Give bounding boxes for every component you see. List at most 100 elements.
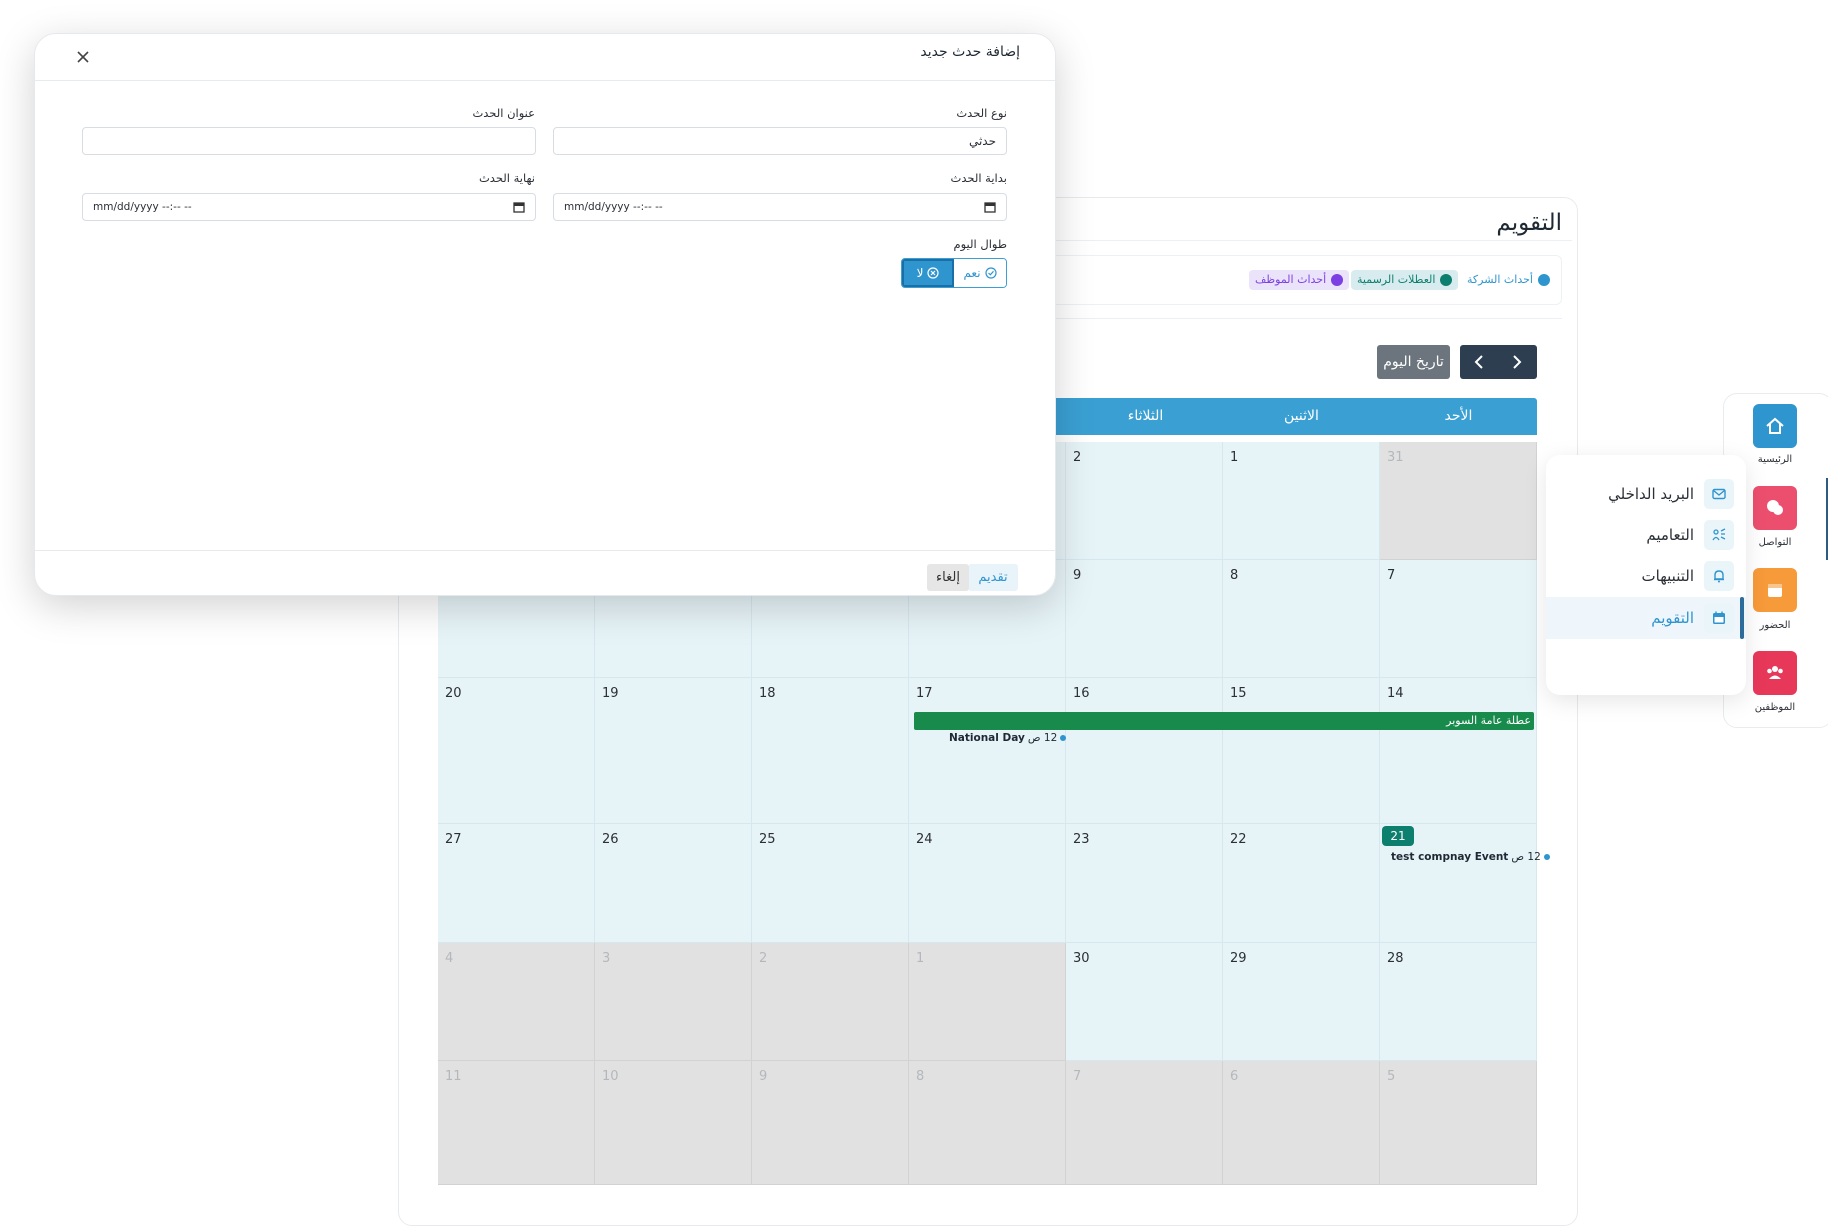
legend-label: أحداث الشركة <box>1467 273 1533 286</box>
flyout-item-announcements[interactable]: التعاميم <box>1546 516 1746 554</box>
day-number: 23 <box>1073 832 1090 847</box>
sidebar-item-label: التواصل <box>1758 537 1792 548</box>
modal-header-divider <box>34 80 1056 81</box>
day-number: 28 <box>1387 951 1404 966</box>
calendar-day-cell[interactable]: 26 <box>595 824 752 943</box>
event-start-datetime-input[interactable]: mm/dd/yyyy --:-- -- <box>553 193 1007 221</box>
flyout-item-label: التعاميم <box>1646 526 1694 544</box>
calendar-day-cell[interactable]: 1 <box>1223 442 1380 560</box>
sidebar-attendance-button[interactable] <box>1753 568 1797 612</box>
close-icon <box>77 51 89 63</box>
sidebar-item-label: الرئيسية <box>1757 454 1793 465</box>
check-circle-icon <box>984 267 997 279</box>
event-end-label: نهاية الحدث <box>478 171 535 185</box>
calendar-day-cell[interactable]: 6 <box>1223 1061 1380 1185</box>
national-day-event[interactable]: 12 ص National Day <box>949 732 1067 744</box>
day-number: 17 <box>916 686 933 701</box>
next-month-button[interactable] <box>1498 345 1536 379</box>
event-title-label: عنوان الحدث <box>472 106 535 120</box>
calendar-legend: أحداث الشركة العطلات الرسمية أحداث الموظ… <box>1012 255 1562 305</box>
submit-button[interactable]: تقديم <box>968 564 1018 591</box>
calendar-day-cell[interactable]: 17 <box>909 678 1066 824</box>
calendar-day-cell[interactable]: 28 <box>1380 943 1537 1061</box>
flyout-item-label: التنبيهات <box>1641 567 1694 585</box>
legend-employee-events: أحداث الموظف <box>1249 270 1350 290</box>
calendar-area-divider <box>1012 318 1562 328</box>
day-number: 27 <box>445 832 462 847</box>
announcement-icon <box>1704 520 1734 550</box>
day-number: 8 <box>916 1069 925 1084</box>
calendar-day-cell[interactable]: 15 <box>1223 678 1380 824</box>
company-event[interactable]: 12 ص test compnay Event <box>1391 851 1550 863</box>
day-number: 10 <box>602 1069 619 1084</box>
calendar-day-cell[interactable]: 2 <box>1066 442 1223 560</box>
legend-label: أحداث الموظف <box>1255 273 1327 286</box>
sidebar-communication-button[interactable] <box>1753 486 1797 530</box>
calendar-day-cell[interactable]: 30 <box>1066 943 1223 1061</box>
legend-label: العطلات الرسمية <box>1357 273 1436 286</box>
allday-no-option[interactable]: لا <box>902 259 954 287</box>
calendar-day-cell[interactable]: 20 <box>438 678 595 824</box>
event-title-input[interactable] <box>82 127 536 155</box>
calendar-day-cell[interactable]: 14 <box>1380 678 1537 824</box>
flyout-item-mail[interactable]: البريد الداخلي <box>1546 475 1746 513</box>
calendar-day-cell[interactable]: 27 <box>438 824 595 943</box>
calendar-day-cell[interactable]: 31 <box>1380 442 1537 560</box>
flyout-item-notifications[interactable]: التنبيهات <box>1546 557 1746 595</box>
day-number: 5 <box>1387 1069 1396 1084</box>
dayname-sun: الأحد <box>1444 408 1473 424</box>
calendar-day-cell[interactable]: 1 <box>909 943 1066 1061</box>
event-type-select[interactable]: حدثي <box>553 127 1007 155</box>
calendar-day-cell[interactable]: 19 <box>595 678 752 824</box>
calendar-day-cell[interactable]: 29 <box>1223 943 1380 1061</box>
communication-flyout-menu: البريد الداخلي التعاميم التنبيهات التقوي… <box>1546 455 1746 695</box>
calendar-day-cell[interactable]: 18 <box>752 678 909 824</box>
calendar-day-cell[interactable]: 22 <box>1223 824 1380 943</box>
event-type-label: نوع الحدث <box>956 106 1007 120</box>
calendar-day-cell[interactable]: 25 <box>752 824 909 943</box>
calendar-day-cell[interactable]: 24 <box>909 824 1066 943</box>
calendar-day-cell[interactable]: 5 <box>1380 1061 1537 1185</box>
calendar-day-cell[interactable]: 9 <box>1066 560 1223 678</box>
day-number: 8 <box>1230 568 1239 583</box>
calendar-day-cell[interactable]: 8 <box>909 1061 1066 1185</box>
calendar-day-cell[interactable]: 3 <box>595 943 752 1061</box>
x-circle-icon <box>927 267 940 279</box>
cancel-button[interactable]: إلغاء <box>927 564 969 591</box>
calendar-picker-icon[interactable] <box>513 201 525 213</box>
flyout-item-calendar[interactable]: التقويم <box>1546 597 1746 639</box>
calendar-day-cell[interactable]: 2 <box>752 943 909 1061</box>
calendar-day-cell[interactable]: 23 <box>1066 824 1223 943</box>
start-date-placeholder: mm/dd/yyyy --:-- -- <box>564 201 663 213</box>
prev-month-button[interactable] <box>1460 345 1498 379</box>
calendar-day-header: الأحد الاثنين الثلاثاء <box>1012 398 1537 435</box>
allday-toggle-group: لا نعم <box>901 258 1007 288</box>
allday-label: طوال اليوم <box>953 237 1007 251</box>
day-number: 20 <box>445 686 462 701</box>
legend-dot-icon <box>1331 274 1344 286</box>
modal-close-button[interactable] <box>72 46 94 68</box>
calendar-day-cell[interactable]: 10 <box>595 1061 752 1185</box>
day-number: 9 <box>1073 568 1082 583</box>
legend-company-events: أحداث الشركة <box>1461 270 1556 290</box>
modal-title: إضافة حدث جديد <box>920 44 1020 60</box>
calendar-day-cell[interactable]: 9 <box>752 1061 909 1185</box>
chevron-right-icon <box>1513 355 1522 369</box>
calendar-day-cell[interactable]: 7 <box>1380 560 1537 678</box>
holiday-event-bar[interactable]: عطلة عامة السوبر <box>914 712 1534 730</box>
legend-dot-icon <box>1537 274 1550 286</box>
today-button[interactable]: تاريخ اليوم <box>1377 345 1450 379</box>
calendar-day-cell[interactable]: 7 <box>1066 1061 1223 1185</box>
event-time: 12 ص <box>1511 851 1541 863</box>
calendar-picker-icon[interactable] <box>984 201 996 213</box>
sidebar-employees-button[interactable] <box>1753 651 1797 695</box>
event-end-datetime-input[interactable]: mm/dd/yyyy --:-- -- <box>82 193 536 221</box>
calendar-day-cell[interactable]: 21 <box>1380 824 1537 943</box>
calendar-day-cell[interactable]: 4 <box>438 943 595 1061</box>
calendar-day-cell[interactable]: 8 <box>1223 560 1380 678</box>
day-number: 22 <box>1230 832 1247 847</box>
allday-yes-option[interactable]: نعم <box>954 259 1006 287</box>
calendar-day-cell[interactable]: 11 <box>438 1061 595 1185</box>
calendar-day-cell[interactable]: 16 <box>1066 678 1223 824</box>
sidebar-home-button[interactable] <box>1753 404 1797 448</box>
